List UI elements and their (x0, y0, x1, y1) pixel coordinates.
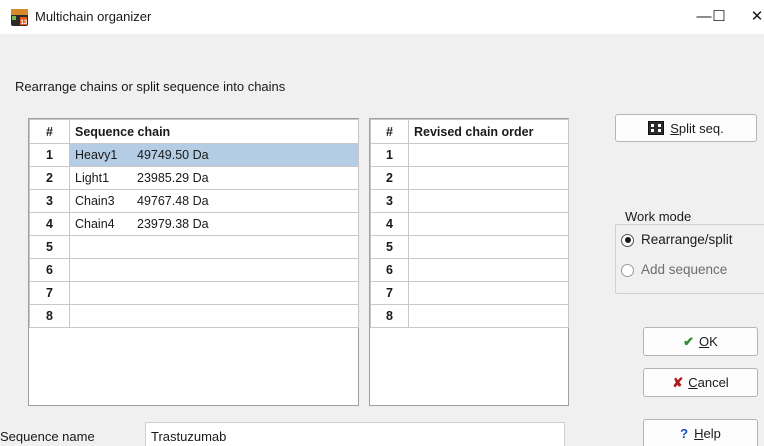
row-number: 7 (370, 281, 409, 305)
row-number: 6 (29, 258, 70, 282)
svg-text:13: 13 (21, 20, 28, 26)
help-label: elp (703, 426, 721, 441)
help-button[interactable]: ? Help (643, 419, 758, 446)
revised-order-grid[interactable]: # Revised chain order 12345678 (369, 118, 569, 406)
cross-icon: ✘ (672, 375, 684, 390)
table-row[interactable]: 8 (370, 304, 569, 328)
table-row[interactable]: 1 (370, 143, 569, 167)
split-seq-button[interactable]: Split seq. (615, 114, 757, 142)
radio-rearrange-label: Rearrange/split (641, 232, 733, 247)
split-label: plit seq. (678, 121, 724, 136)
table-row[interactable]: 3 (370, 189, 569, 213)
chain-mass: 49749.50 Da (137, 148, 209, 162)
column-header-number: # (370, 119, 409, 144)
chain-mass: 23979.38 Da (137, 217, 209, 231)
split-mnemonic: S (670, 121, 679, 136)
row-number: 1 (370, 143, 409, 167)
title-bar: 13 Multichain organizer — ☐ ✕ (0, 0, 764, 34)
row-number: 2 (29, 166, 70, 190)
row-number: 7 (29, 281, 70, 305)
split-icon (648, 121, 665, 135)
ok-label: K (709, 334, 718, 349)
maximize-button[interactable]: ☐ (701, 0, 737, 34)
checkmark-icon: ✔ (683, 334, 695, 349)
table-row[interactable]: 3 Chain3 49767.48 Da (29, 189, 359, 213)
table-row[interactable]: 8 (29, 304, 359, 328)
question-icon: ? (680, 426, 689, 441)
chain-mass: 23985.29 Da (137, 171, 209, 185)
cancel-label: ancel (697, 375, 729, 390)
revised-order-cell[interactable] (408, 304, 569, 328)
sequence-chain-cell[interactable] (69, 304, 359, 328)
row-number: 3 (370, 189, 409, 213)
sequence-chain-cell[interactable]: Heavy1 49749.50 Da (69, 143, 359, 167)
radio-selected-indicator (621, 233, 634, 247)
sequence-chain-grid[interactable]: # Sequence chain 1 Heavy1 49749.50 Da 2 Ligh… (28, 118, 359, 406)
row-number: 2 (370, 166, 409, 190)
table-row[interactable]: 4 (370, 212, 569, 236)
table-row[interactable]: 7 (370, 281, 569, 305)
table-row[interactable]: 5 (29, 235, 359, 259)
revised-order-cell[interactable] (408, 143, 569, 167)
chain-name: Chain4 (75, 217, 115, 231)
sequence-chain-cell[interactable] (69, 235, 359, 259)
radio-add-sequence[interactable]: Add sequence (621, 262, 727, 280)
sequence-chain-cell[interactable]: Light1 23985.29 Da (69, 166, 359, 190)
row-number: 4 (29, 212, 70, 236)
column-header-number: # (29, 119, 70, 144)
chain-mass: 49767.48 Da (137, 194, 209, 208)
table-row[interactable]: 2 (370, 166, 569, 190)
chain-name: Heavy1 (75, 148, 118, 162)
radio-unselected-indicator (621, 263, 634, 277)
row-number: 6 (370, 258, 409, 282)
app-icon: 13 (11, 9, 28, 26)
revised-order-cell[interactable] (408, 281, 569, 305)
close-button[interactable]: ✕ (742, 0, 764, 34)
revised-order-cell[interactable] (408, 166, 569, 190)
row-number: 4 (370, 212, 409, 236)
chain-name: Light1 (75, 171, 110, 185)
cancel-mnemonic: C (688, 375, 698, 390)
cancel-button[interactable]: ✘ Cancel (643, 368, 758, 397)
ok-mnemonic: O (699, 334, 710, 349)
sequence-chain-cell[interactable] (69, 258, 359, 282)
row-number: 3 (29, 189, 70, 213)
radio-rearrange-split[interactable]: Rearrange/split (621, 232, 733, 250)
window-title: Multichain organizer (35, 9, 152, 24)
chain-name: Chain3 (75, 194, 115, 208)
table-row[interactable]: 4 Chain4 23979.38 Da (29, 212, 359, 236)
ok-button[interactable]: ✔ OK (643, 327, 758, 356)
table-row[interactable]: 7 (29, 281, 359, 305)
sequence-name-field[interactable]: Trastuzumab (145, 422, 565, 446)
table-row[interactable]: 6 (29, 258, 359, 282)
column-header-revised-order: Revised chain order (408, 119, 569, 144)
revised-order-cell[interactable] (408, 189, 569, 213)
sequence-chain-cell[interactable]: Chain3 49767.48 Da (69, 189, 359, 213)
table-row[interactable]: 6 (370, 258, 569, 282)
table-row[interactable]: 2 Light1 23985.29 Da (29, 166, 359, 190)
table-row[interactable]: 1 Heavy1 49749.50 Da (29, 143, 359, 167)
work-mode-legend: Work mode (623, 209, 694, 224)
revised-order-cell[interactable] (408, 258, 569, 282)
row-number: 5 (370, 235, 409, 259)
instruction-text: Rearrange chains or split sequence into … (15, 79, 286, 94)
row-number: 1 (29, 143, 70, 167)
row-number: 8 (370, 304, 409, 328)
revised-order-cell[interactable] (408, 212, 569, 236)
sequence-chain-cell[interactable] (69, 281, 359, 305)
sequence-name-label: Sequence name (0, 429, 95, 444)
column-header-sequence-chain: Sequence chain (69, 119, 359, 144)
row-number: 8 (29, 304, 70, 328)
sequence-chain-cell[interactable]: Chain4 23979.38 Da (69, 212, 359, 236)
table-row[interactable]: 5 (370, 235, 569, 259)
radio-add-sequence-label: Add sequence (641, 262, 728, 277)
row-number: 5 (29, 235, 70, 259)
revised-order-cell[interactable] (408, 235, 569, 259)
